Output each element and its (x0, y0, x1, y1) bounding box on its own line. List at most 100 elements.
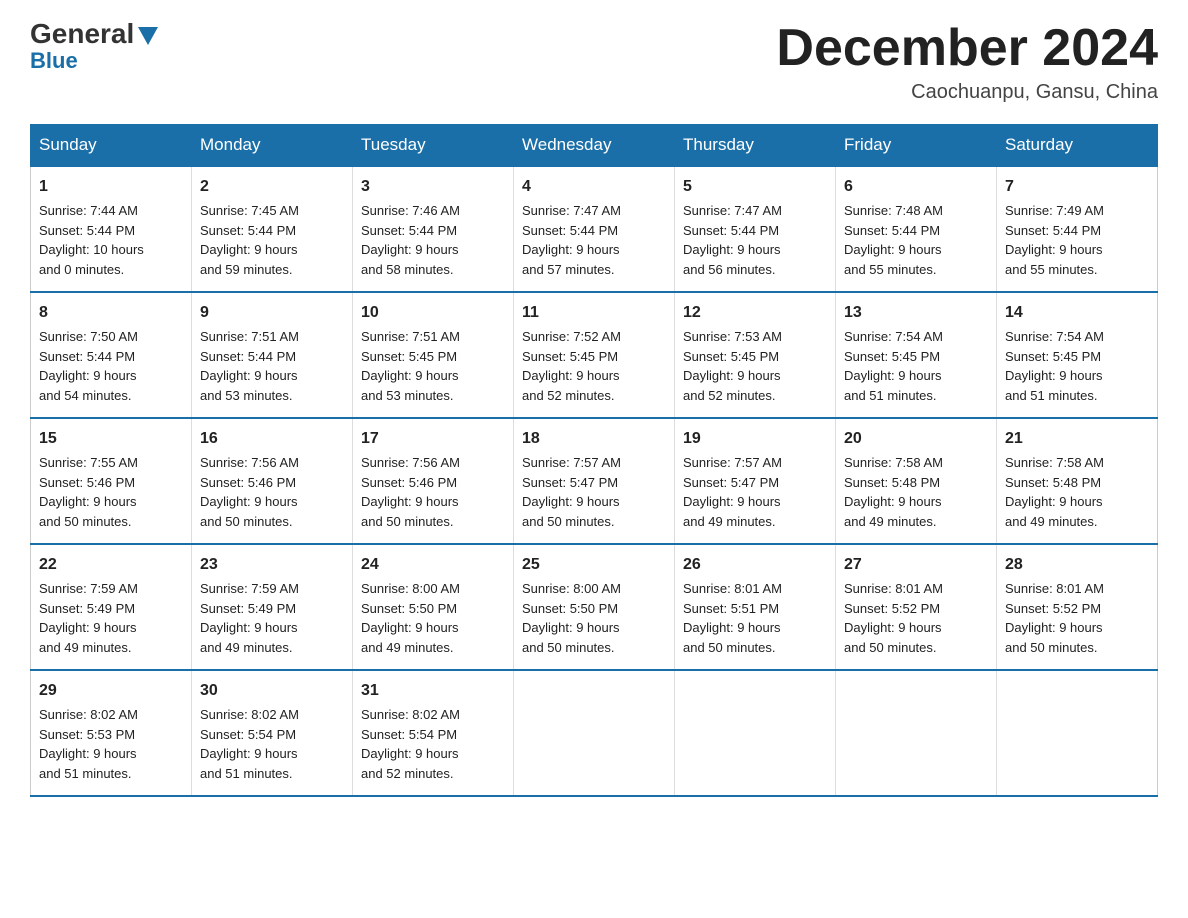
day-number: 13 (844, 301, 988, 325)
day-info: Sunrise: 7:54 AM (1005, 327, 1149, 347)
day-info: and 57 minutes. (522, 260, 666, 280)
calendar-cell: 4Sunrise: 7:47 AMSunset: 5:44 PMDaylight… (514, 166, 675, 292)
day-info: Daylight: 9 hours (522, 492, 666, 512)
day-info: Sunset: 5:48 PM (844, 473, 988, 493)
day-info: Sunrise: 7:59 AM (200, 579, 344, 599)
day-info: and 54 minutes. (39, 386, 183, 406)
calendar-cell: 6Sunrise: 7:48 AMSunset: 5:44 PMDaylight… (836, 166, 997, 292)
day-number: 12 (683, 301, 827, 325)
calendar-cell: 31Sunrise: 8:02 AMSunset: 5:54 PMDayligh… (353, 670, 514, 796)
day-info: Sunrise: 7:55 AM (39, 453, 183, 473)
day-info: Daylight: 9 hours (683, 618, 827, 638)
calendar-week-4: 22Sunrise: 7:59 AMSunset: 5:49 PMDayligh… (31, 544, 1158, 670)
day-number: 28 (1005, 553, 1149, 577)
calendar-cell (836, 670, 997, 796)
day-info: and 52 minutes. (522, 386, 666, 406)
day-info: Sunset: 5:52 PM (1005, 599, 1149, 619)
logo: General Blue (30, 20, 158, 72)
day-number: 5 (683, 175, 827, 199)
day-number: 27 (844, 553, 988, 577)
day-info: Sunrise: 7:57 AM (522, 453, 666, 473)
day-number: 26 (683, 553, 827, 577)
day-info: Sunrise: 7:47 AM (522, 201, 666, 221)
day-number: 15 (39, 427, 183, 451)
calendar-week-2: 8Sunrise: 7:50 AMSunset: 5:44 PMDaylight… (31, 292, 1158, 418)
day-info: and 49 minutes. (200, 638, 344, 658)
day-number: 29 (39, 679, 183, 703)
calendar-cell: 19Sunrise: 7:57 AMSunset: 5:47 PMDayligh… (675, 418, 836, 544)
day-info: Sunrise: 8:01 AM (683, 579, 827, 599)
day-info: and 50 minutes. (1005, 638, 1149, 658)
day-info: Sunset: 5:45 PM (1005, 347, 1149, 367)
day-info: and 50 minutes. (200, 512, 344, 532)
day-info: and 53 minutes. (200, 386, 344, 406)
day-info: Sunset: 5:44 PM (200, 221, 344, 241)
day-info: Sunset: 5:50 PM (361, 599, 505, 619)
day-info: Daylight: 9 hours (361, 492, 505, 512)
calendar-cell: 27Sunrise: 8:01 AMSunset: 5:52 PMDayligh… (836, 544, 997, 670)
day-info: and 58 minutes. (361, 260, 505, 280)
day-info: Sunrise: 8:01 AM (1005, 579, 1149, 599)
day-info: and 49 minutes. (683, 512, 827, 532)
day-info: and 52 minutes. (683, 386, 827, 406)
day-info: Sunset: 5:45 PM (361, 347, 505, 367)
calendar-header-row: SundayMondayTuesdayWednesdayThursdayFrid… (31, 125, 1158, 167)
day-info: and 55 minutes. (1005, 260, 1149, 280)
day-info: and 50 minutes. (522, 638, 666, 658)
day-info: Sunset: 5:46 PM (200, 473, 344, 493)
day-info: Daylight: 9 hours (844, 618, 988, 638)
calendar-cell: 18Sunrise: 7:57 AMSunset: 5:47 PMDayligh… (514, 418, 675, 544)
day-info: Daylight: 9 hours (844, 366, 988, 386)
day-number: 25 (522, 553, 666, 577)
calendar-week-5: 29Sunrise: 8:02 AMSunset: 5:53 PMDayligh… (31, 670, 1158, 796)
calendar-cell: 24Sunrise: 8:00 AMSunset: 5:50 PMDayligh… (353, 544, 514, 670)
day-info: Sunrise: 7:58 AM (1005, 453, 1149, 473)
calendar-week-3: 15Sunrise: 7:55 AMSunset: 5:46 PMDayligh… (31, 418, 1158, 544)
day-info: Sunrise: 7:44 AM (39, 201, 183, 221)
day-info: Sunset: 5:54 PM (200, 725, 344, 745)
day-info: Sunset: 5:49 PM (39, 599, 183, 619)
day-number: 31 (361, 679, 505, 703)
day-info: and 49 minutes. (1005, 512, 1149, 532)
day-info: Sunrise: 7:50 AM (39, 327, 183, 347)
day-info: Sunrise: 7:56 AM (200, 453, 344, 473)
page-header: General Blue December 2024 Caochuanpu, G… (30, 20, 1158, 104)
day-info: and 51 minutes. (39, 764, 183, 784)
location: Caochuanpu, Gansu, China (776, 81, 1158, 104)
day-info: Sunset: 5:46 PM (39, 473, 183, 493)
day-info: Daylight: 9 hours (361, 240, 505, 260)
day-info: Daylight: 9 hours (844, 240, 988, 260)
calendar-cell: 14Sunrise: 7:54 AMSunset: 5:45 PMDayligh… (997, 292, 1158, 418)
day-info: Daylight: 9 hours (361, 366, 505, 386)
day-info: Sunset: 5:45 PM (522, 347, 666, 367)
day-info: and 49 minutes. (361, 638, 505, 658)
day-info: Sunset: 5:45 PM (683, 347, 827, 367)
header-saturday: Saturday (997, 125, 1158, 167)
day-info: and 56 minutes. (683, 260, 827, 280)
calendar-cell: 12Sunrise: 7:53 AMSunset: 5:45 PMDayligh… (675, 292, 836, 418)
day-info: and 50 minutes. (39, 512, 183, 532)
header-wednesday: Wednesday (514, 125, 675, 167)
day-info: Sunrise: 7:49 AM (1005, 201, 1149, 221)
calendar-cell: 20Sunrise: 7:58 AMSunset: 5:48 PMDayligh… (836, 418, 997, 544)
calendar-table: SundayMondayTuesdayWednesdayThursdayFrid… (30, 124, 1158, 797)
day-number: 11 (522, 301, 666, 325)
calendar-cell: 8Sunrise: 7:50 AMSunset: 5:44 PMDaylight… (31, 292, 192, 418)
day-number: 30 (200, 679, 344, 703)
day-info: and 50 minutes. (361, 512, 505, 532)
day-info: and 59 minutes. (200, 260, 344, 280)
logo-general-text: General (30, 20, 134, 48)
calendar-cell: 3Sunrise: 7:46 AMSunset: 5:44 PMDaylight… (353, 166, 514, 292)
day-info: Sunrise: 7:51 AM (361, 327, 505, 347)
day-info: Sunrise: 7:59 AM (39, 579, 183, 599)
calendar-cell: 10Sunrise: 7:51 AMSunset: 5:45 PMDayligh… (353, 292, 514, 418)
day-number: 4 (522, 175, 666, 199)
day-number: 1 (39, 175, 183, 199)
day-info: Sunset: 5:44 PM (1005, 221, 1149, 241)
calendar-cell: 1Sunrise: 7:44 AMSunset: 5:44 PMDaylight… (31, 166, 192, 292)
day-info: Sunrise: 7:56 AM (361, 453, 505, 473)
day-number: 10 (361, 301, 505, 325)
day-number: 9 (200, 301, 344, 325)
day-info: Sunset: 5:44 PM (683, 221, 827, 241)
day-info: and 53 minutes. (361, 386, 505, 406)
